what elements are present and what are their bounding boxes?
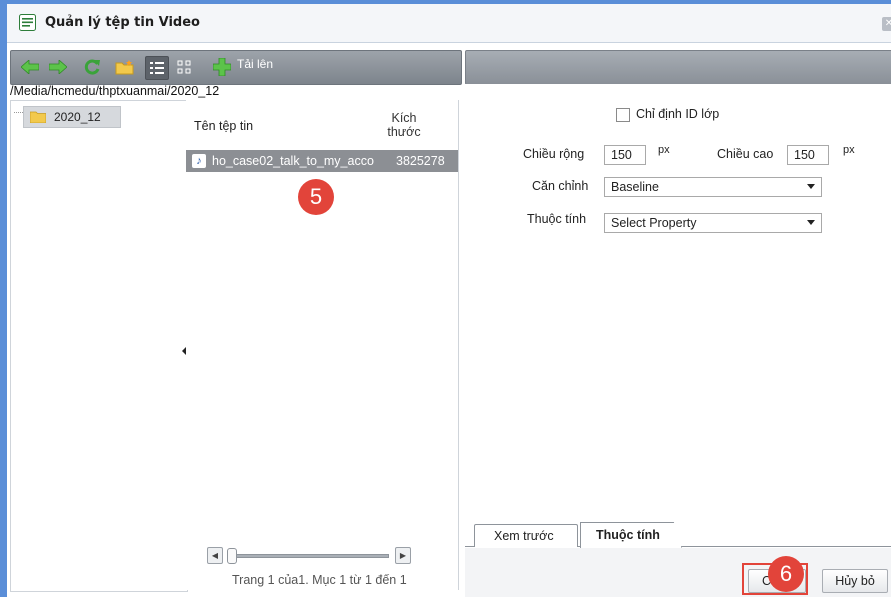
tree-item-label: 2020_12: [54, 110, 101, 124]
close-icon[interactable]: ✕: [882, 17, 891, 31]
window-title: Quản lý tệp tin Video: [45, 15, 200, 30]
column-header-size-line2: thước: [387, 125, 421, 139]
css-class-checkbox[interactable]: [616, 108, 630, 122]
chevron-down-icon: [807, 184, 815, 189]
column-header-name[interactable]: Tên tệp tin: [194, 119, 253, 133]
title-bar: Quản lý tệp tin Video ✕: [7, 4, 891, 43]
height-input[interactable]: 150: [787, 145, 829, 165]
step-marker-5: 5: [298, 179, 334, 215]
pagination-info: Trang 1 của1. Mục 1 từ 1 đến 1: [232, 573, 407, 587]
forward-button[interactable]: [47, 56, 69, 78]
css-class-label: Chỉ định ID lớp: [636, 107, 720, 121]
column-header-size-line1: Kích: [391, 111, 417, 125]
upload-label[interactable]: Tải lên: [237, 57, 273, 71]
window-left-border: [0, 0, 7, 597]
list-view-button[interactable]: [145, 56, 169, 80]
chevron-down-icon: [807, 220, 815, 225]
align-select[interactable]: Baseline: [604, 177, 822, 197]
slider-thumb[interactable]: [227, 548, 237, 564]
list-view-icon: [150, 62, 164, 74]
thumbnail-view-button[interactable]: [173, 56, 195, 78]
step-marker-6: 6: [768, 556, 804, 592]
slider-left-arrow-icon[interactable]: ◀: [207, 547, 223, 564]
tab-preview-label[interactable]: Xem trước: [494, 529, 554, 543]
new-folder-icon: [115, 60, 134, 75]
toolbar: Tải lên: [10, 50, 462, 85]
cancel-button[interactable]: Hủy bỏ: [822, 569, 888, 593]
forward-icon: [49, 60, 67, 74]
plus-icon: [213, 58, 231, 76]
file-name: ho_case02_talk_to_my_acco: [212, 154, 374, 168]
align-select-value: Baseline: [611, 180, 659, 194]
width-label: Chiều rộng: [523, 147, 585, 161]
height-unit: px: [843, 144, 855, 156]
refresh-icon: [84, 59, 100, 75]
width-unit: px: [658, 144, 670, 156]
properties-header-bar: [465, 50, 891, 85]
folder-tree: 2020_12: [10, 100, 188, 592]
dialog-window: Quản lý tệp tin Video ✕ Tải lên /Media/h…: [0, 0, 891, 597]
property-label: Thuộc tính: [527, 212, 587, 226]
slider-right-arrow-icon[interactable]: ▶: [395, 547, 411, 564]
tab-properties-label[interactable]: Thuộc tính: [596, 528, 660, 542]
back-icon: [21, 60, 39, 74]
property-select[interactable]: Select Property: [604, 213, 822, 233]
folder-icon: [30, 111, 46, 123]
column-header-size[interactable]: Kích thước: [384, 111, 424, 139]
current-path: /Media/hcmedu/thptxuanmai/2020_12: [10, 84, 220, 98]
refresh-button[interactable]: [81, 56, 103, 78]
back-button[interactable]: [19, 56, 41, 78]
page-slider[interactable]: ◀ ▶: [207, 547, 412, 564]
file-row[interactable]: ♪ ho_case02_talk_to_my_acco 3825278: [186, 150, 458, 172]
property-select-value: Select Property: [611, 216, 697, 230]
audio-file-icon: ♪: [192, 154, 206, 168]
tree-connector: [14, 112, 23, 113]
tree-item-folder[interactable]: 2020_12: [23, 106, 121, 128]
file-size: 3825278: [396, 154, 445, 168]
upload-button[interactable]: [211, 56, 233, 78]
width-input[interactable]: 150: [604, 145, 646, 165]
new-folder-button[interactable]: [113, 56, 137, 78]
file-list: Tên tệp tin Kích thước ♪ ho_case02_talk_…: [186, 100, 459, 590]
document-icon: [19, 14, 36, 31]
align-label: Căn chỉnh: [532, 179, 589, 193]
slider-track[interactable]: [229, 554, 389, 558]
thumbnail-view-icon: [177, 60, 191, 74]
height-label: Chiều cao: [717, 147, 774, 161]
